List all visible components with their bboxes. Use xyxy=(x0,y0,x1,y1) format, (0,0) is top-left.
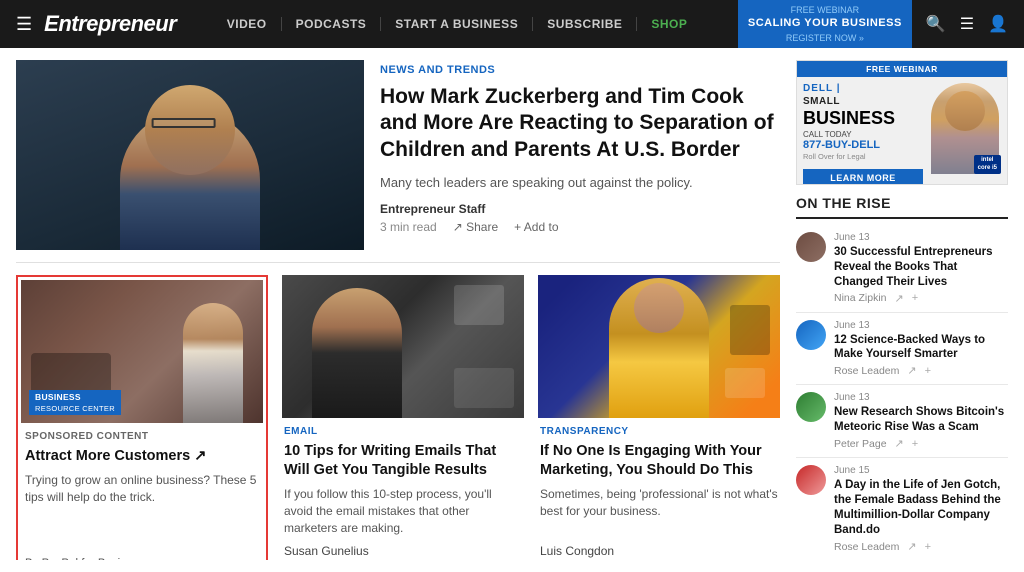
rise-item-4: June 15 A Day in the Life of Jen Gotch, … xyxy=(796,458,1008,560)
intel-badge: intelcore i5 xyxy=(974,155,1001,173)
email-card-body: EMAIL 10 Tips for Writing Emails That Wi… xyxy=(282,418,524,560)
rise-author-1: Nina Zipkin xyxy=(834,292,887,304)
featured-author: Entrepreneur Staff xyxy=(380,202,780,216)
featured-category[interactable]: NEWS AND TRENDS xyxy=(380,64,780,76)
rise-author-2: Rose Leadem xyxy=(834,365,899,377)
nav-item-podcasts[interactable]: PODCASTS xyxy=(282,17,382,31)
rise-share-2[interactable]: ↗ xyxy=(907,364,916,377)
rise-title-1[interactable]: 30 Successful Entrepreneurs Reveal the B… xyxy=(834,245,1008,290)
webinar-banner[interactable]: FREE WEBINAR SCALING YOUR BUSINESS REGIS… xyxy=(738,0,912,48)
webinar-cta[interactable]: REGISTER NOW » xyxy=(748,32,902,45)
ad-rollover: Roll Over for Legal xyxy=(803,152,923,161)
sponsored-image: BUSINESS RESOURCE CENTER xyxy=(21,280,263,423)
rise-add-3[interactable]: + xyxy=(912,438,918,450)
hamburger-icon[interactable]: ☰ xyxy=(16,14,32,35)
featured-readtime: 3 min read xyxy=(380,220,437,234)
sponsored-author: By PayPal for Business xyxy=(25,558,259,560)
rise-date-3: June 13 xyxy=(834,392,1008,403)
ad-brand: DELL | xyxy=(803,83,923,94)
sponsored-badge: BUSINESS RESOURCE CENTER xyxy=(29,390,121,415)
rise-item-2: June 13 12 Science-Backed Ways to Make Y… xyxy=(796,313,1008,386)
rise-share-1[interactable]: ↗ xyxy=(895,292,904,305)
sponsored-desc: Trying to grow an online business? These… xyxy=(25,472,259,507)
article-grid: BUSINESS RESOURCE CENTER SPONSORED CONTE… xyxy=(16,275,780,560)
featured-text: NEWS AND TRENDS How Mark Zuckerberg and … xyxy=(380,60,780,250)
ad-call-label: CALL TODAY xyxy=(803,130,923,139)
ad-box: FREE WEBINAR DELL | SMALL BUSINESS CALL … xyxy=(796,60,1008,185)
rise-text-4: June 15 A Day in the Life of Jen Gotch, … xyxy=(834,465,1008,553)
search-icon[interactable]: 🔍 xyxy=(926,14,946,34)
rise-avatar-4 xyxy=(796,465,826,495)
main-nav: VIDEO PODCASTS START A BUSINESS SUBSCRIB… xyxy=(213,17,702,31)
main-content: NEWS AND TRENDS How Mark Zuckerberg and … xyxy=(0,48,1024,572)
rise-avatar-1 xyxy=(796,232,826,262)
nav-item-video[interactable]: VIDEO xyxy=(213,17,282,31)
featured-image xyxy=(16,60,364,250)
nav-item-subscribe[interactable]: SUBSCRIBE xyxy=(533,17,637,31)
transparency-image xyxy=(538,275,780,418)
sponsored-title[interactable]: Attract More Customers ↗ xyxy=(25,447,259,466)
rise-add-1[interactable]: + xyxy=(912,292,918,304)
sponsored-tag: SPONSORED CONTENT xyxy=(25,431,259,442)
rise-title-3[interactable]: New Research Shows Bitcoin's Meteoric Ri… xyxy=(834,405,1008,435)
logo[interactable]: Entrepreneur xyxy=(44,11,176,37)
rise-text-2: June 13 12 Science-Backed Ways to Make Y… xyxy=(834,320,1008,378)
email-desc: If you follow this 10-step process, you'… xyxy=(284,486,522,538)
sidebar: FREE WEBINAR DELL | SMALL BUSINESS CALL … xyxy=(796,60,1008,560)
transparency-author: Luis Congdon xyxy=(540,544,778,558)
content-area: NEWS AND TRENDS How Mark Zuckerberg and … xyxy=(16,60,780,560)
rise-item-1: June 13 30 Successful Entrepreneurs Reve… xyxy=(796,225,1008,313)
ad-learn-more-button[interactable]: LEARN MORE xyxy=(803,169,923,185)
transparency-card-body: TRANSPARENCY If No One Is Engaging With … xyxy=(538,418,780,560)
rise-add-4[interactable]: + xyxy=(925,541,931,553)
menu-icon[interactable]: ☰ xyxy=(960,14,974,34)
header: ☰ Entrepreneur VIDEO PODCASTS START A BU… xyxy=(0,0,1024,48)
rise-title-4[interactable]: A Day in the Life of Jen Gotch, the Fema… xyxy=(834,478,1008,538)
rise-author-4: Rose Leadem xyxy=(834,541,899,553)
webinar-title: SCALING YOUR BUSINESS xyxy=(748,16,902,31)
email-title[interactable]: 10 Tips for Writing Emails That Will Get… xyxy=(284,442,522,480)
article-card-transparency: TRANSPARENCY If No One Is Engaging With … xyxy=(538,275,780,560)
ad-business-label: BUSINESS xyxy=(803,109,923,127)
featured-addto[interactable]: + Add to xyxy=(514,220,558,234)
rise-title-2[interactable]: 12 Science-Backed Ways to Make Yourself … xyxy=(834,333,1008,363)
featured-actions: 3 min read ↗ Share + Add to xyxy=(380,220,780,234)
article-card-sponsored: BUSINESS RESOURCE CENTER SPONSORED CONTE… xyxy=(16,275,268,560)
rise-author-3: Peter Page xyxy=(834,438,887,450)
rise-text-3: June 13 New Research Shows Bitcoin's Met… xyxy=(834,392,1008,450)
featured-title[interactable]: How Mark Zuckerberg and Tim Cook and Mor… xyxy=(380,84,780,163)
transparency-title[interactable]: If No One Is Engaging With Your Marketin… xyxy=(540,442,778,480)
featured-share[interactable]: ↗ Share xyxy=(453,220,498,234)
rise-add-2[interactable]: + xyxy=(925,365,931,377)
transparency-tag[interactable]: TRANSPARENCY xyxy=(540,426,778,437)
rise-date-4: June 15 xyxy=(834,465,1008,476)
sponsored-card-body: SPONSORED CONTENT Attract More Customers… xyxy=(21,423,263,560)
ad-phone[interactable]: 877-BUY-DELL xyxy=(803,139,923,151)
transparency-desc: Sometimes, being 'professional' is not w… xyxy=(540,486,778,538)
rise-date-2: June 13 xyxy=(834,320,1008,331)
rise-text-1: June 13 30 Successful Entrepreneurs Reve… xyxy=(834,232,1008,305)
nav-item-start-business[interactable]: START A BUSINESS xyxy=(381,17,533,31)
email-tag[interactable]: EMAIL xyxy=(284,426,522,437)
featured-article: NEWS AND TRENDS How Mark Zuckerberg and … xyxy=(16,60,780,263)
nav-item-shop[interactable]: SHOP xyxy=(637,17,701,31)
rise-share-3[interactable]: ↗ xyxy=(895,437,904,450)
ad-top-bar: FREE WEBINAR xyxy=(797,61,1007,77)
rise-item-3: June 13 New Research Shows Bitcoin's Met… xyxy=(796,385,1008,458)
rise-avatar-2 xyxy=(796,320,826,350)
email-author: Susan Gunelius xyxy=(284,544,522,558)
user-icon[interactable]: 👤 xyxy=(988,14,1008,34)
on-the-rise-title: ON THE RISE xyxy=(796,195,1008,219)
rise-date-1: June 13 xyxy=(834,232,1008,243)
featured-description: Many tech leaders are speaking out again… xyxy=(380,173,780,193)
webinar-prefix: FREE WEBINAR xyxy=(748,4,902,17)
ad-small-label: SMALL xyxy=(803,96,923,107)
rise-share-4[interactable]: ↗ xyxy=(907,540,916,553)
email-image xyxy=(282,275,524,418)
rise-avatar-3 xyxy=(796,392,826,422)
article-card-email: EMAIL 10 Tips for Writing Emails That Wi… xyxy=(282,275,524,560)
on-the-rise: ON THE RISE June 13 30 Successful Entrep… xyxy=(796,195,1008,560)
ad-image-col: intelcore i5 xyxy=(929,83,1001,174)
